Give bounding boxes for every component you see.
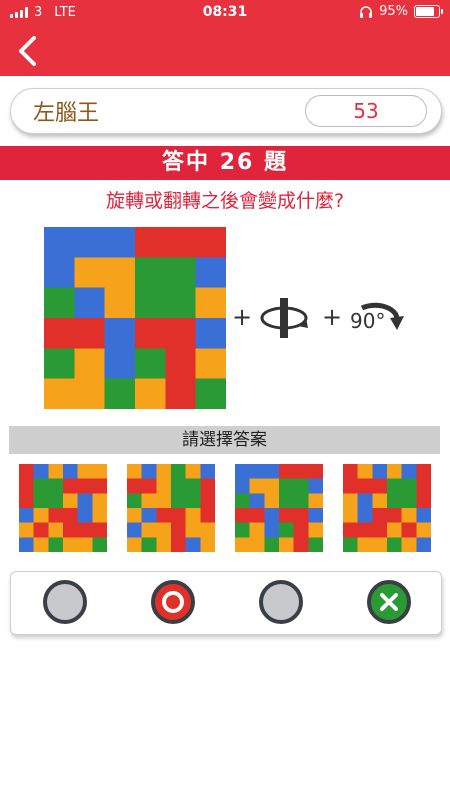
- flip-vertical-axis-icon: [260, 298, 308, 338]
- answer-mark-2[interactable]: [151, 580, 195, 624]
- scorecard: 左腦王 53: [10, 88, 442, 134]
- game-title: 左腦王: [33, 101, 100, 126]
- answer-mark-4[interactable]: [367, 580, 411, 624]
- battery-icon: [414, 5, 443, 18]
- status-bar: 3 LTE 08:31 95%: [0, 0, 450, 24]
- circle-mark-icon: [162, 591, 184, 613]
- headphones-icon: [360, 5, 373, 18]
- cross-mark-icon: [380, 593, 398, 611]
- answer-mark-3[interactable]: [259, 580, 303, 624]
- plus-sign-2: +: [322, 303, 342, 331]
- option-2[interactable]: [127, 464, 215, 552]
- puzzle-pattern: [44, 227, 226, 409]
- rotation-angle: 90°: [350, 309, 385, 333]
- answer-marks-bar: [10, 571, 442, 635]
- option-1[interactable]: [19, 464, 107, 552]
- option-4[interactable]: [343, 464, 431, 552]
- score-badge: 53: [305, 95, 427, 127]
- back-button[interactable]: [14, 34, 42, 68]
- question-text: 旋轉或翻轉之後會變成什麼?: [105, 190, 345, 212]
- choose-answer-bar: 請選擇答案: [9, 426, 440, 454]
- battery-percent: 95%: [379, 4, 408, 19]
- answer-options: [19, 464, 431, 552]
- plus-sign: +: [232, 303, 252, 331]
- status-right: 95%: [359, 4, 443, 19]
- answered-count-banner: 答中 26 題: [0, 146, 450, 180]
- answer-mark-1[interactable]: [43, 580, 87, 624]
- chevron-left-icon: [19, 36, 36, 66]
- option-3[interactable]: [235, 464, 323, 552]
- top-bar: 3 LTE 08:31 95%: [0, 0, 450, 76]
- operations-row: + + 90°: [232, 298, 404, 338]
